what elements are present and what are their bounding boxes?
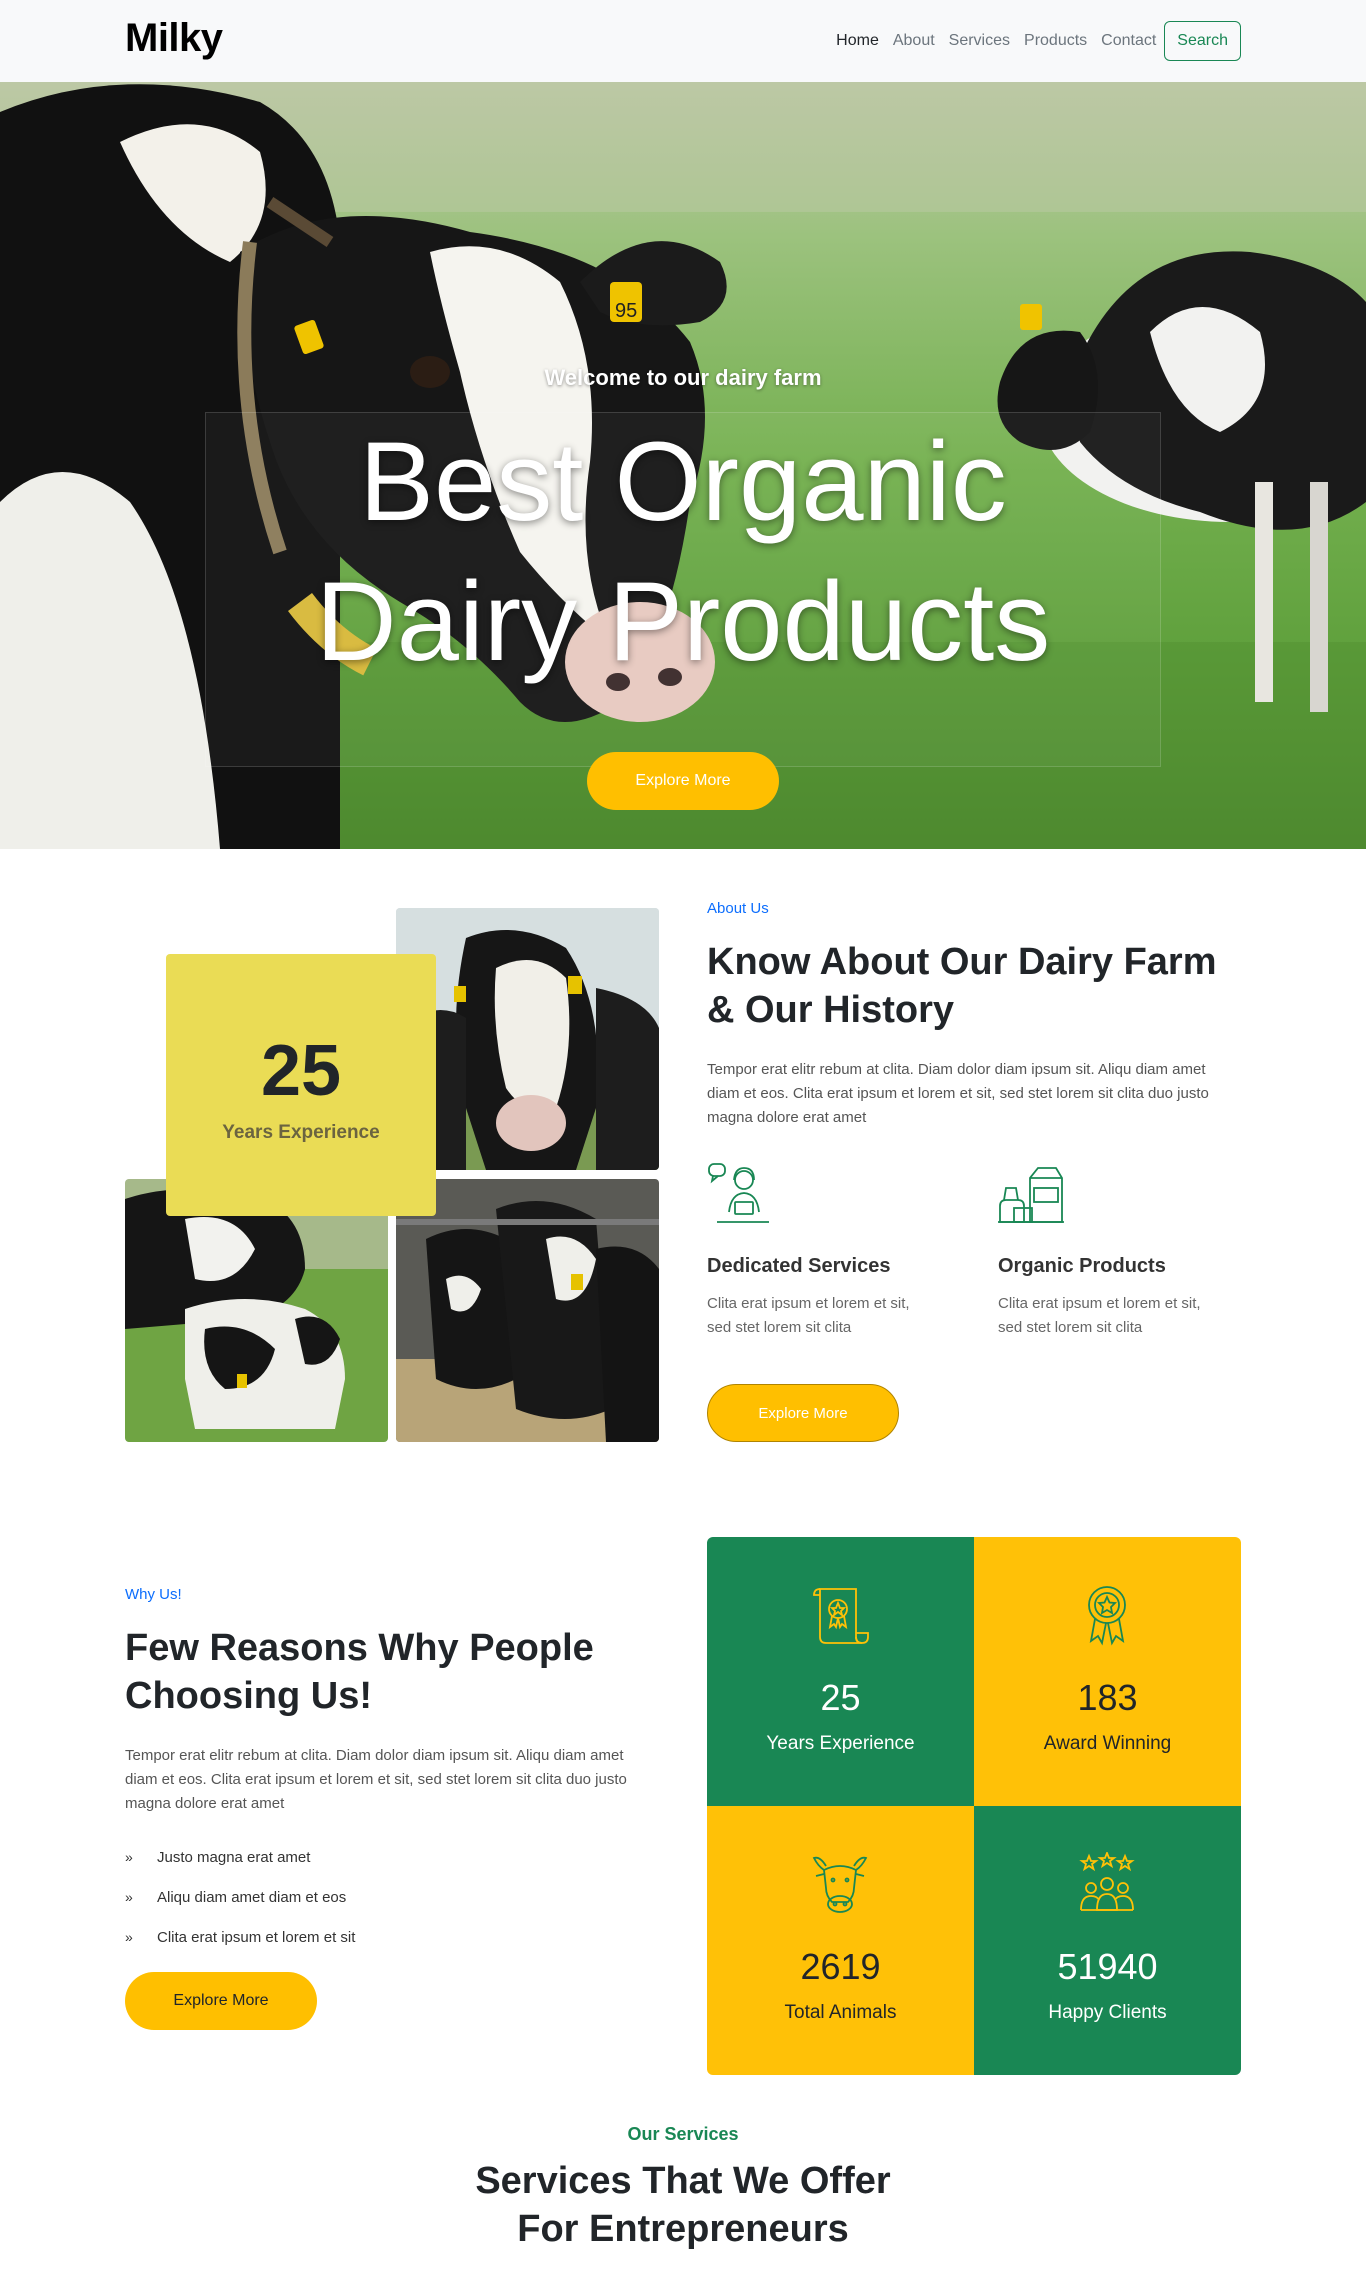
- about-description: Tempor erat elitr rebum at clita. Diam d…: [707, 1061, 1209, 1126]
- why-title-line-1: Few Reasons Why People: [125, 1627, 594, 1669]
- certificate-icon: [813, 1588, 869, 1644]
- stats-grid: 25 Years Experience 183 Award Winning 26…: [707, 1537, 1241, 2075]
- services-section-tag: Our Services: [627, 2124, 739, 2144]
- experience-badge: 25 Years Experience: [166, 954, 436, 1216]
- why-title-line-2: Choosing Us!: [125, 1675, 372, 1717]
- feature-title: Organic Products: [998, 1255, 1166, 1277]
- stat-years-experience: 25 Years Experience: [707, 1537, 974, 1806]
- search-button[interactable]: Search: [1164, 21, 1241, 61]
- happy-clients-icon: [1079, 1852, 1135, 1911]
- stat-number: 51940: [1057, 1946, 1158, 1987]
- about-title-line-2: & Our History: [707, 989, 955, 1031]
- svg-text:95: 95: [615, 300, 637, 322]
- services-title-line-2: For Entrepreneurs: [517, 2208, 849, 2250]
- stat-number: 183: [1077, 1677, 1138, 1718]
- experience-label: Years Experience: [222, 1122, 380, 1143]
- stat-award-winning: 183 Award Winning: [974, 1537, 1241, 1806]
- cow-icon: [812, 1856, 868, 1913]
- stat-label: Years Experience: [766, 1733, 915, 1754]
- list-item-text: Clita erat ipsum et lorem et sit: [157, 1928, 356, 1946]
- hero-carousel: 95 Welcome to our dairy farm Best Organi…: [0, 82, 1366, 849]
- hero-subtitle: Welcome to our dairy farm: [544, 365, 822, 390]
- cow-barn-photo: [396, 1179, 659, 1442]
- list-item-text: Aliqu diam amet diam et eos: [157, 1888, 347, 1906]
- nav-link-products[interactable]: Products: [1024, 32, 1087, 50]
- why-description: Tempor erat elitr rebum at clita. Diam d…: [125, 1747, 627, 1812]
- list-item: » Justo magna erat amet: [125, 1837, 355, 1877]
- nav-link-services[interactable]: Services: [949, 32, 1010, 50]
- hero-title-line-2: Dairy Products: [315, 559, 1051, 684]
- nav-link-about[interactable]: About: [893, 32, 935, 50]
- double-chevron-right-icon: »: [125, 1849, 133, 1865]
- services-title: Services That We Offer For Entrepreneurs: [0, 2157, 1366, 2253]
- stat-label: Award Winning: [1043, 1733, 1172, 1754]
- list-item: » Aliqu diam amet diam et eos: [125, 1877, 355, 1917]
- navbar: Milky Home About Services Products Conta…: [0, 0, 1366, 82]
- stat-total-animals: 2619 Total Animals: [707, 1806, 974, 2075]
- list-item-text: Justo magna erat amet: [157, 1848, 311, 1866]
- nav-link-home[interactable]: Home: [836, 32, 879, 50]
- nav-link-contact[interactable]: Contact: [1101, 32, 1156, 50]
- stat-label: Total Animals: [784, 2002, 897, 2023]
- about-explore-button[interactable]: Explore More: [707, 1384, 899, 1442]
- experience-number: 25: [260, 1031, 342, 1111]
- why-title: Few Reasons Why People Choosing Us!: [125, 1624, 645, 1720]
- hero-title-line-1: Best Organic: [359, 419, 1007, 544]
- feature-dedicated-services: Dedicated Services Clita erat ipsum et l…: [707, 1160, 937, 1340]
- hero-title: Best Organic Dairy Products: [0, 412, 1366, 692]
- services-title-line-1: Services That We Offer: [475, 2160, 891, 2202]
- feature-text: Clita erat ipsum et lorem et sit, sed st…: [998, 1295, 1201, 1336]
- feature-organic-products: Organic Products Clita erat ipsum et lor…: [998, 1160, 1228, 1340]
- about-title: Know About Our Dairy Farm & Our History: [707, 938, 1247, 1034]
- double-chevron-right-icon: »: [125, 1929, 133, 1945]
- nav-menu: Home About Services Products Contact Sea…: [822, 20, 1241, 62]
- brand-logo[interactable]: Milky: [125, 16, 223, 61]
- stat-label: Happy Clients: [1048, 2002, 1167, 2023]
- hero-explore-button[interactable]: Explore More: [587, 752, 779, 810]
- feature-title: Dedicated Services: [707, 1255, 891, 1277]
- dairy-products-icon: [998, 1167, 1064, 1223]
- stat-happy-clients: 51940 Happy Clients: [974, 1806, 1241, 2075]
- about-section-tag: About Us: [707, 900, 769, 917]
- cow-and-calf-photo: [125, 1179, 388, 1442]
- feature-text: Clita erat ipsum et lorem et sit, sed st…: [707, 1295, 910, 1336]
- why-reasons-list: » Justo magna erat amet » Aliqu diam amet …: [125, 1837, 355, 1957]
- why-section-tag: Why Us!: [125, 1586, 182, 1603]
- stat-number: 2619: [800, 1946, 881, 1987]
- customer-support-icon: [708, 1163, 769, 1223]
- award-icon: [1088, 1586, 1126, 1646]
- about-title-line-1: Know About Our Dairy Farm: [707, 941, 1217, 983]
- why-explore-button[interactable]: Explore More: [125, 1972, 317, 2030]
- list-item: » Clita erat ipsum et lorem et sit: [125, 1917, 355, 1957]
- double-chevron-right-icon: »: [125, 1889, 133, 1905]
- stat-number: 25: [820, 1677, 861, 1718]
